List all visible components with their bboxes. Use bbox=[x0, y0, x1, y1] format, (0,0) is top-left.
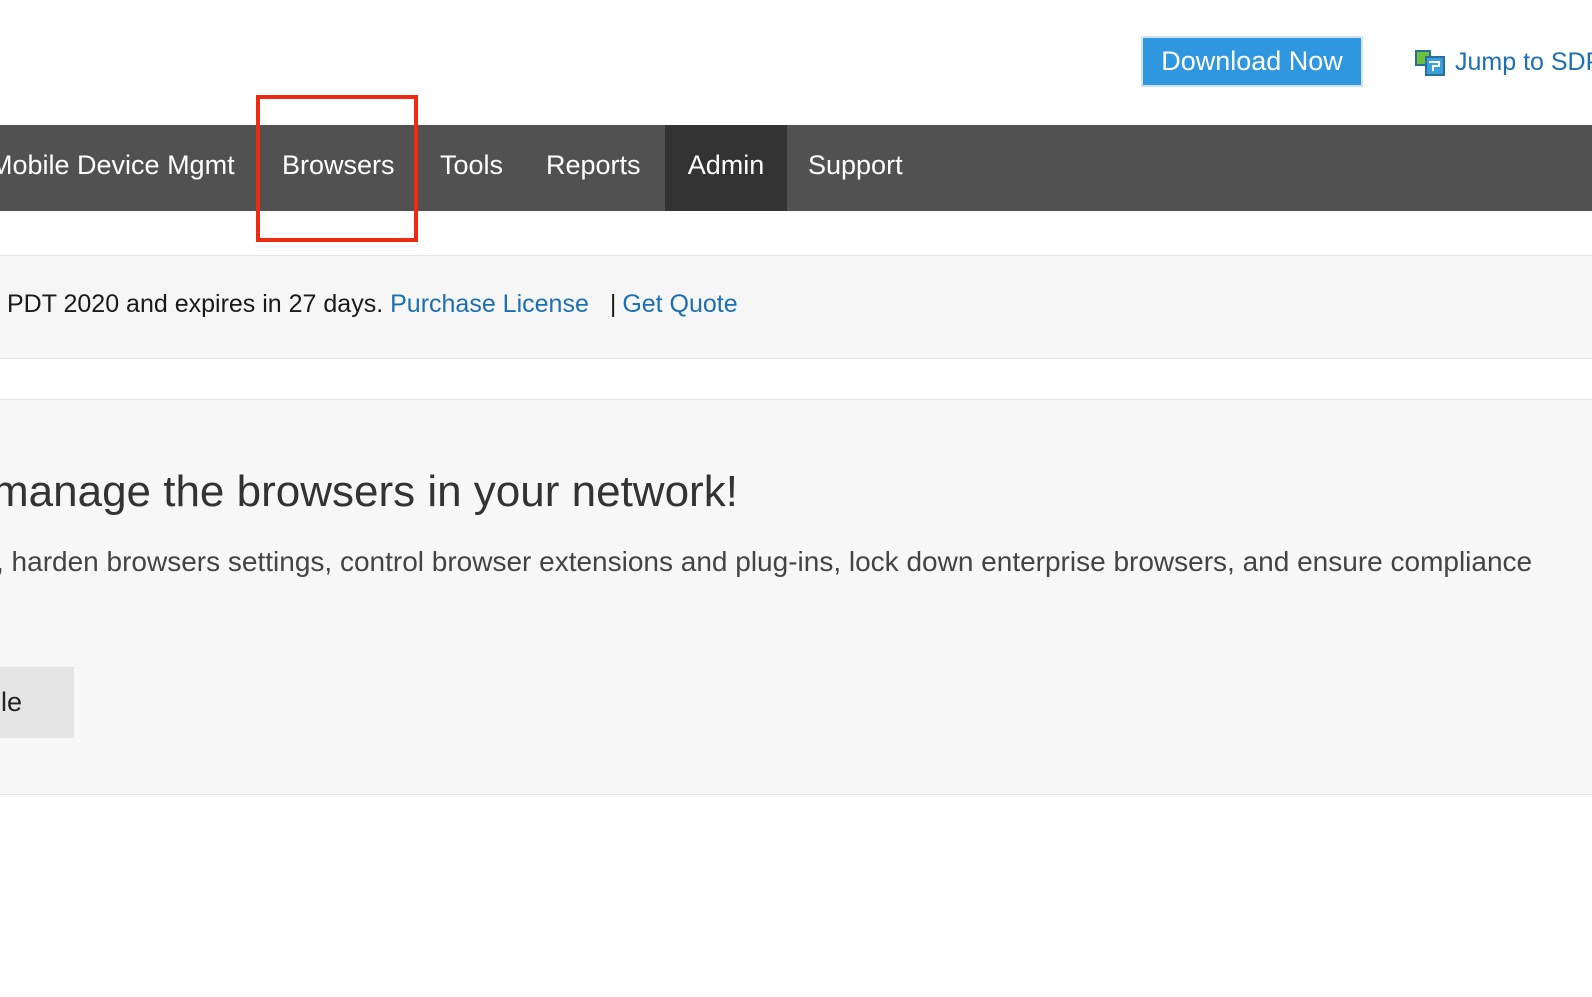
nav-item-support[interactable]: Support bbox=[808, 125, 903, 211]
nav-item-mobile-device-mgmt[interactable]: Mobile Device Mgmt bbox=[0, 125, 252, 211]
promo-title: manage the browsers in your network! bbox=[0, 467, 738, 516]
enable-button-label: Enable bbox=[0, 687, 22, 717]
purchase-license-link[interactable]: Purchase License bbox=[390, 290, 589, 318]
download-now-button[interactable]: Download Now bbox=[1141, 36, 1363, 87]
promo-description: , harden browsers settings, control brow… bbox=[0, 546, 1533, 577]
license-expiry-text: PDT 2020 and expires in 27 days. bbox=[7, 290, 384, 318]
nav-item-tools[interactable]: Tools bbox=[440, 125, 503, 211]
license-notice: PDT 2020 and expires in 27 days. Purchas… bbox=[7, 282, 738, 326]
main-nav-bar: Mobile Device Mgmt Browsers Tools Report… bbox=[0, 125, 1592, 211]
license-separator: | bbox=[609, 290, 617, 318]
nav-item-reports[interactable]: Reports bbox=[546, 125, 641, 211]
enable-button[interactable]: Enable bbox=[0, 667, 74, 738]
jump-to-sdp-link[interactable]: Jump to SDP bbox=[1415, 44, 1592, 80]
get-quote-link[interactable]: Get Quote bbox=[622, 290, 737, 318]
nav-item-browsers[interactable]: Browsers bbox=[282, 125, 395, 211]
nav-item-admin[interactable]: Admin bbox=[665, 125, 787, 211]
license-notice-bar: PDT 2020 and expires in 27 days. Purchas… bbox=[0, 255, 1592, 359]
jump-to-sdp-label: Jump to SDP bbox=[1455, 47, 1592, 76]
sdp-logo-icon bbox=[1415, 47, 1447, 77]
browsers-promo-panel: manage the browsers in your network! , h… bbox=[0, 399, 1592, 795]
